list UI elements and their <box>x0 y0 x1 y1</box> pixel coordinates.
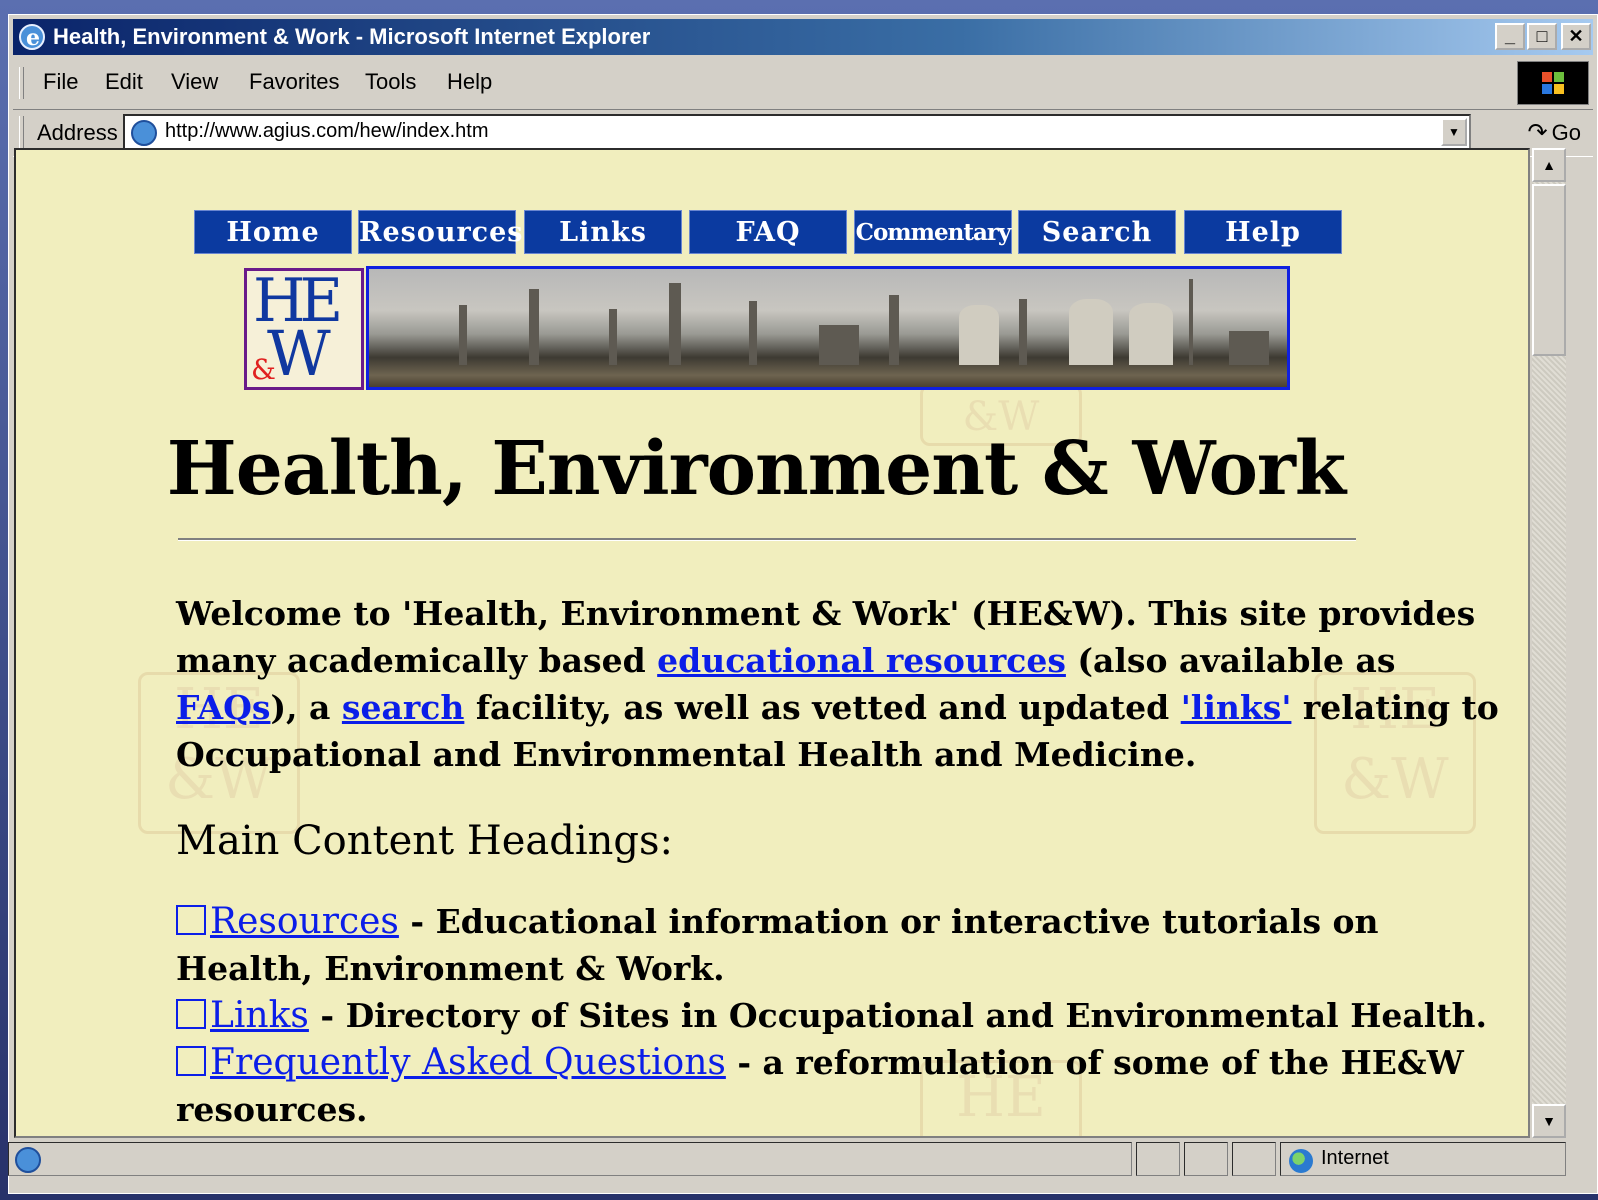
scroll-down-button[interactable]: ▼ <box>1532 1104 1566 1138</box>
main-content-heading: Main Content Headings: <box>176 818 673 864</box>
close-button[interactable]: ✕ <box>1561 23 1591 50</box>
status-cell <box>1136 1142 1180 1176</box>
educational-resources-link[interactable]: educational resources <box>657 641 1066 680</box>
menu-tools[interactable]: Tools <box>365 69 416 95</box>
resources-heading-link[interactable]: Resources <box>210 901 399 942</box>
go-arrow-icon: ↷ <box>1527 119 1548 146</box>
welcome-paragraph: Welcome to 'Health, Environment & Work' … <box>176 594 1499 774</box>
title-bar: Health, Environment & Work - Microsoft I… <box>13 19 1593 56</box>
list-item-text: - Directory of Sites in Occupational and… <box>308 996 1488 1035</box>
menu-edit[interactable]: Edit <box>105 69 143 95</box>
content-headings-list: Resources - Educational information or i… <box>176 898 1512 1133</box>
nav-commentary[interactable]: Commentary <box>854 210 1012 254</box>
window-title: Health, Environment & Work - Microsoft I… <box>53 24 651 49</box>
industrial-skyline-banner <box>366 266 1290 390</box>
search-link[interactable]: search <box>342 688 464 727</box>
go-button[interactable]: ↷ Go <box>1528 118 1581 147</box>
status-text-cell <box>8 1142 1132 1176</box>
links-heading-link[interactable]: Links <box>210 995 309 1036</box>
nav-faq[interactable]: FAQ <box>689 210 847 254</box>
internet-zone-icon <box>1289 1149 1313 1173</box>
title-divider <box>178 538 1356 541</box>
zone-label: Internet <box>1321 1147 1389 1169</box>
toolbar-grip[interactable] <box>19 67 24 99</box>
page-icon <box>131 120 157 146</box>
address-dropdown-button[interactable]: ▼ <box>1441 118 1467 146</box>
maximize-button[interactable]: □ <box>1527 23 1557 50</box>
page-title: Health, Environment & Work <box>166 426 1346 512</box>
nav-help[interactable]: Help <box>1184 210 1342 254</box>
status-cell <box>1232 1142 1276 1176</box>
status-cell <box>1184 1142 1228 1176</box>
menu-view[interactable]: View <box>171 69 218 95</box>
nav-resources[interactable]: Resources <box>358 210 523 254</box>
nav-search[interactable]: Search <box>1018 210 1176 254</box>
windows-flag-icon <box>1542 72 1564 94</box>
page-status-icon <box>15 1147 41 1173</box>
address-url[interactable]: http://www.agius.com/hew/index.htm <box>165 120 488 143</box>
address-label: Address <box>37 120 118 145</box>
minimize-button[interactable]: _ <box>1495 23 1525 50</box>
hew-logo[interactable]: HE W & <box>244 268 364 390</box>
logo-ampersand: & <box>251 353 276 386</box>
nav-links[interactable]: Links <box>524 210 682 254</box>
go-label: Go <box>1551 120 1581 145</box>
address-field[interactable]: http://www.agius.com/hew/index.htm ▼ <box>123 114 1471 150</box>
page-content[interactable]: &W HE &W HE &W HE Home Resources Links FAQ… <box>14 148 1530 1138</box>
menu-help[interactable]: Help <box>447 69 492 95</box>
logo-w: W <box>267 317 331 390</box>
list-item: Frequently Asked Questions - a reformula… <box>176 1039 1512 1133</box>
bullet-icon <box>176 905 206 935</box>
nav-home[interactable]: Home <box>194 210 352 254</box>
security-zone[interactable]: Internet <box>1280 1142 1566 1176</box>
vertical-scrollbar[interactable]: ▲ ▼ <box>1532 148 1566 1138</box>
links-link[interactable]: 'links' <box>1181 688 1292 727</box>
faq-heading-link[interactable]: Frequently Asked Questions <box>210 1042 726 1083</box>
internet-explorer-icon[interactable] <box>19 20 45 56</box>
bullet-icon <box>176 1046 206 1076</box>
scroll-up-button[interactable]: ▲ <box>1532 148 1566 182</box>
status-bar: Internet <box>8 1140 1568 1180</box>
toolbar-grip[interactable] <box>19 116 24 148</box>
faqs-link[interactable]: FAQs <box>176 688 270 727</box>
menu-bar: File Edit View Favorites Tools Help <box>13 61 1593 105</box>
scroll-thumb[interactable] <box>1532 184 1566 356</box>
windows-logo-throbber <box>1517 61 1589 105</box>
list-item: Links - Directory of Sites in Occupation… <box>176 992 1512 1039</box>
bullet-icon <box>176 999 206 1029</box>
list-item: Resources - Educational information or i… <box>176 898 1512 992</box>
menu-file[interactable]: File <box>43 69 78 95</box>
menu-favorites[interactable]: Favorites <box>249 69 339 95</box>
